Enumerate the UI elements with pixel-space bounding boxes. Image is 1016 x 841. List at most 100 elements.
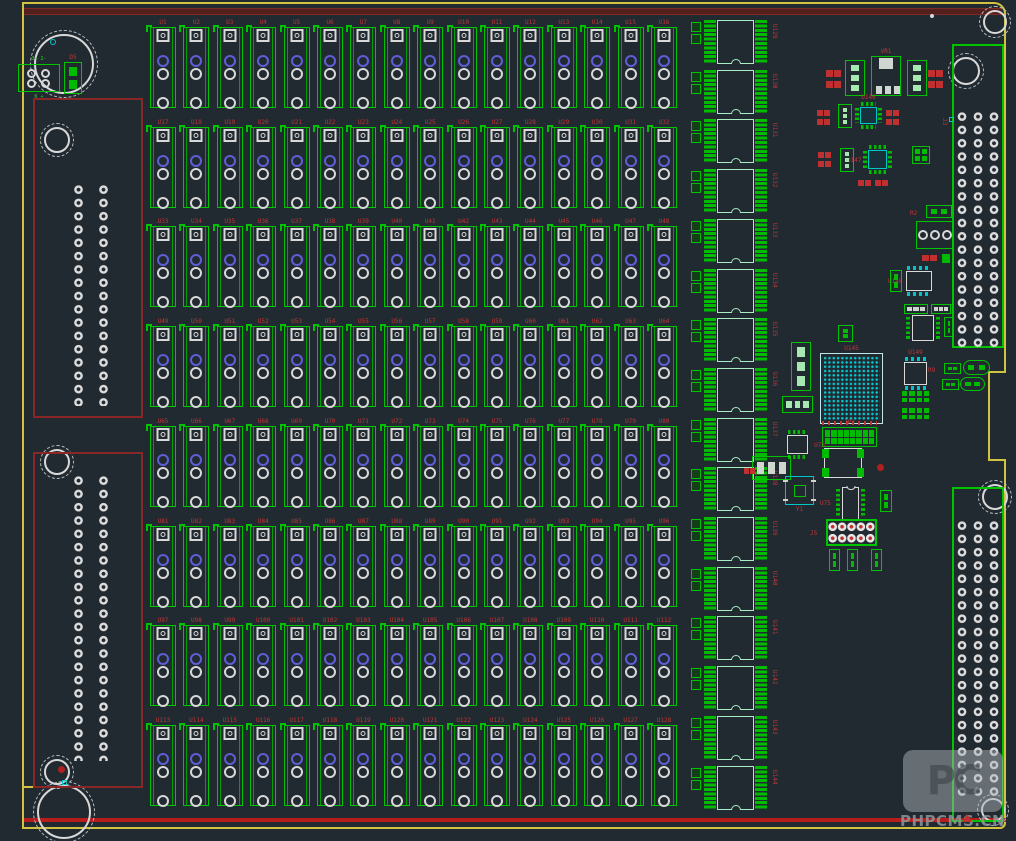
- component-transformer[interactable]: [824, 448, 862, 478]
- relay-footprint[interactable]: U16: [651, 19, 677, 108]
- component-crystal[interactable]: Y1: [785, 476, 814, 505]
- component-pads2v_sq[interactable]: [890, 270, 902, 292]
- driver-ic-footprint[interactable]: U136: [691, 368, 783, 413]
- driver-ic-footprint[interactable]: U142: [691, 666, 783, 711]
- component-res2h[interactable]: [886, 110, 899, 116]
- relay-footprint[interactable]: U120: [384, 717, 410, 806]
- relay-footprint[interactable]: U109: [551, 617, 577, 706]
- relay-footprint[interactable]: U33: [150, 218, 176, 307]
- relay-footprint[interactable]: U8: [384, 19, 410, 108]
- relay-footprint[interactable]: U48: [651, 218, 677, 307]
- relay-footprint[interactable]: U122: [451, 717, 477, 806]
- relay-footprint[interactable]: U128: [651, 717, 677, 806]
- relay-footprint[interactable]: U121: [417, 717, 443, 806]
- relay-footprint[interactable]: U105: [417, 617, 443, 706]
- relay-footprint[interactable]: U99: [217, 617, 243, 706]
- relay-footprint[interactable]: U83: [217, 518, 243, 607]
- component-strip_hdr[interactable]: JP2: [822, 427, 877, 447]
- component-res2h[interactable]: [818, 152, 831, 158]
- relay-footprint[interactable]: U100: [250, 617, 276, 706]
- relay-footprint[interactable]: U92: [517, 518, 543, 607]
- relay-footprint[interactable]: U104: [384, 617, 410, 706]
- relay-footprint[interactable]: U30: [584, 119, 610, 208]
- component-box4round[interactable]: 3+ 2-K +: [18, 64, 60, 92]
- relay-footprint[interactable]: U19: [217, 119, 243, 208]
- relay-footprint[interactable]: U114: [183, 717, 209, 806]
- relay-footprint[interactable]: U38: [317, 218, 343, 307]
- component-res2h[interactable]: [826, 70, 841, 77]
- relay-footprint[interactable]: U50: [183, 318, 209, 407]
- relay-footprint[interactable]: U73: [417, 418, 443, 507]
- relay-footprint[interactable]: U15: [618, 19, 644, 108]
- relay-footprint[interactable]: U10: [451, 19, 477, 108]
- component-res2h[interactable]: [818, 161, 831, 167]
- relay-footprint[interactable]: U64: [651, 318, 677, 407]
- component-sideic[interactable]: [906, 315, 940, 341]
- driver-ic-footprint[interactable]: U139: [691, 517, 783, 562]
- relay-footprint[interactable]: U9: [417, 19, 443, 108]
- relay-footprint[interactable]: U61: [551, 318, 577, 407]
- relay-footprint[interactable]: U43: [484, 218, 510, 307]
- component-cap3h[interactable]: [782, 396, 813, 413]
- relay-footprint[interactable]: U23: [350, 119, 376, 208]
- driver-ic-footprint[interactable]: U132: [691, 169, 783, 214]
- relay-footprint[interactable]: U45: [551, 218, 577, 307]
- component-pads2v_sq[interactable]: [944, 317, 954, 337]
- relay-footprint[interactable]: U46: [584, 218, 610, 307]
- driver-ic-footprint[interactable]: U135: [691, 318, 783, 363]
- relay-footprint[interactable]: U26: [451, 119, 477, 208]
- relay-footprint[interactable]: U63: [618, 318, 644, 407]
- component-res2h[interactable]: [817, 110, 830, 116]
- relay-footprint[interactable]: U111: [618, 617, 644, 706]
- relay-footprint[interactable]: U57: [417, 318, 443, 407]
- relay-footprint[interactable]: U17: [150, 119, 176, 208]
- relay-footprint[interactable]: U115: [217, 717, 243, 806]
- component-res2h[interactable]: [826, 81, 841, 88]
- relay-footprint[interactable]: U28: [517, 119, 543, 208]
- component-soic8cyan[interactable]: U148: [904, 266, 934, 296]
- relay-footprint[interactable]: U75: [484, 418, 510, 507]
- relay-footprint[interactable]: U89: [417, 518, 443, 607]
- relay-footprint[interactable]: U60: [517, 318, 543, 407]
- component-res2h[interactable]: [928, 81, 943, 88]
- component-res2h[interactable]: [875, 180, 888, 186]
- relay-footprint[interactable]: U58: [451, 318, 477, 407]
- driver-ic-footprint[interactable]: U129: [691, 20, 783, 65]
- relay-footprint[interactable]: U5: [284, 19, 310, 108]
- relay-footprint[interactable]: U67: [217, 418, 243, 507]
- relay-footprint[interactable]: U37: [284, 218, 310, 307]
- relay-footprint[interactable]: U6: [317, 19, 343, 108]
- relay-footprint[interactable]: U74: [451, 418, 477, 507]
- component-cap3v[interactable]: [907, 60, 927, 96]
- relay-footprint[interactable]: U102: [317, 617, 343, 706]
- relay-footprint[interactable]: U42: [451, 218, 477, 307]
- component-bga[interactable]: U145: [820, 353, 883, 424]
- relay-footprint[interactable]: U41: [417, 218, 443, 307]
- driver-ic-footprint[interactable]: U130: [691, 70, 783, 115]
- relay-footprint[interactable]: U53: [284, 318, 310, 407]
- relay-footprint[interactable]: U106: [451, 617, 477, 706]
- driver-ic-footprint[interactable]: U141: [691, 616, 783, 661]
- relay-footprint[interactable]: U101: [284, 617, 310, 706]
- relay-footprint[interactable]: U40: [384, 218, 410, 307]
- relay-footprint[interactable]: U116: [250, 717, 276, 806]
- relay-footprint[interactable]: U44: [517, 218, 543, 307]
- relay-footprint[interactable]: U2: [183, 19, 209, 108]
- relay-footprint[interactable]: U79: [618, 418, 644, 507]
- relay-footprint[interactable]: U27: [484, 119, 510, 208]
- component-pads2h_sq[interactable]: [942, 379, 959, 390]
- component-sot223[interactable]: VR1: [871, 56, 901, 96]
- relay-footprint[interactable]: U29: [551, 119, 577, 208]
- relay-footprint[interactable]: U126: [584, 717, 610, 806]
- component-soic8green[interactable]: U73: [786, 430, 809, 459]
- component-dip10[interactable]: J5: [826, 519, 877, 546]
- component-cap3v[interactable]: [791, 342, 811, 391]
- component-strip2[interactable]: [931, 304, 951, 314]
- component-res2h[interactable]: [886, 119, 899, 125]
- component-pads2v_sq[interactable]: D5: [64, 62, 82, 94]
- component-pads2v_sq[interactable]: [829, 549, 840, 571]
- driver-ic-footprint[interactable]: U133: [691, 219, 783, 264]
- relay-footprint[interactable]: U47: [618, 218, 644, 307]
- component-pads2v_sq[interactable]: [838, 325, 853, 342]
- component-sideic_notch[interactable]: U75: [836, 487, 865, 520]
